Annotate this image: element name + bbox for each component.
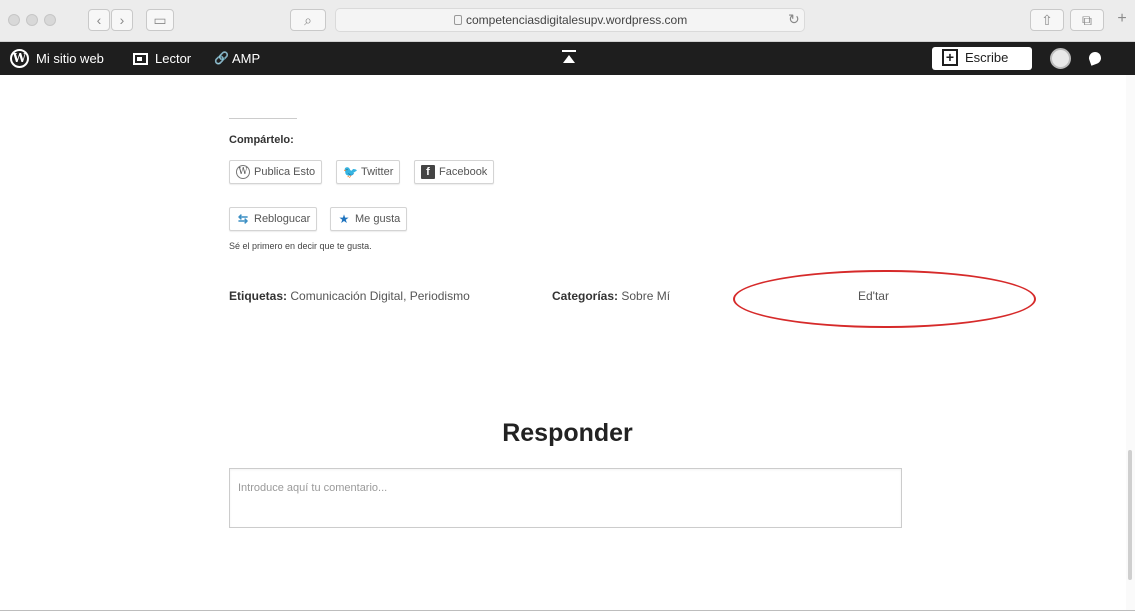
facebook-share-button[interactable]: f Facebook — [414, 160, 495, 184]
share-title: Compártelo: — [229, 134, 294, 146]
reblog-button[interactable]: ⇆ Reblogucar — [229, 207, 318, 231]
divider — [229, 118, 297, 119]
minimize-window-icon[interactable] — [26, 14, 38, 26]
post-categories: Categorías: Sobre Mí — [552, 289, 670, 303]
amp-link[interactable]: AMP — [232, 42, 260, 75]
likes-text: Sé el primero en decir que te gusta. — [229, 241, 372, 251]
share-icon[interactable]: ⇧ — [1030, 9, 1064, 31]
write-button-label: Escribe — [965, 50, 1009, 65]
tags-label: Etiquetas: — [229, 289, 288, 303]
address-bar[interactable]: competenciasdigitalesupv.wordpress.com ↻ — [335, 8, 805, 32]
close-window-icon[interactable] — [8, 14, 20, 26]
twitter-share-button[interactable]: 🐦 Twitter — [336, 160, 401, 184]
back-icon[interactable]: ‹ — [88, 9, 110, 31]
publicize-label: Publica Esto — [254, 166, 316, 178]
like-label: Me gusta — [355, 213, 401, 225]
reader-link[interactable]: Lector — [155, 42, 191, 75]
my-site-link[interactable]: Mi sitio web — [36, 42, 104, 75]
reblog-label: Reblogucar — [254, 213, 311, 225]
comment-input[interactable] — [230, 469, 901, 497]
reader-icon[interactable] — [133, 53, 148, 65]
lock-icon — [454, 15, 462, 25]
url-text: competenciasdigitalesupv.wordpress.com — [466, 13, 688, 27]
comment-box[interactable] — [229, 468, 902, 528]
twitter-icon: 🐦 — [343, 165, 358, 179]
highlight-ellipse — [733, 270, 1036, 328]
write-button[interactable]: + Escribe — [932, 47, 1032, 70]
wordpress-icon: W — [236, 165, 250, 179]
reply-title: Responder — [502, 419, 633, 447]
wordpress-admin-bar: W Mi sitio web Lector 🔗 AMP + Escribe — [0, 42, 1135, 75]
browser-toolbar: ‹ › ▭ ⌕ ≡ competenciasdigitalesupv.wordp… — [0, 0, 1135, 42]
categories-value[interactable]: Sobre Mí — [621, 289, 670, 303]
sidebar-icon[interactable]: ▭ — [146, 9, 174, 31]
publicize-button[interactable]: W Publica Esto — [229, 160, 323, 184]
avatar[interactable] — [1050, 48, 1071, 69]
search-icon[interactable]: ⌕ — [290, 9, 326, 31]
zoom-window-icon[interactable] — [44, 14, 56, 26]
forward-icon[interactable]: › — [111, 9, 133, 31]
tabs-icon[interactable]: ⧉ — [1070, 9, 1104, 31]
bottom-divider — [0, 610, 1135, 611]
scroll-top-icon[interactable] — [562, 50, 576, 66]
reload-icon[interactable]: ↻ — [788, 11, 800, 28]
new-tab-icon[interactable]: + — [1112, 9, 1132, 31]
twitter-label: Twitter — [361, 166, 394, 178]
categories-label: Categorías: — [552, 289, 619, 303]
new-post-icon: + — [942, 49, 958, 66]
facebook-label: Facebook — [439, 166, 488, 178]
tags-value[interactable]: Comunicación Digital, Periodismo — [290, 289, 469, 303]
scrollbar-thumb[interactable] — [1128, 450, 1132, 580]
post-tags: Etiquetas: Comunicación Digital, Periodi… — [229, 289, 470, 303]
star-icon: ★ — [338, 212, 350, 226]
like-button[interactable]: ★ Me gusta — [330, 207, 408, 231]
wordpress-logo-icon[interactable]: W — [10, 49, 29, 68]
facebook-icon: f — [421, 165, 435, 179]
link-icon: 🔗 — [214, 51, 229, 65]
notifications-icon[interactable] — [1087, 50, 1103, 66]
reblog-icon: ⇆ — [237, 212, 249, 226]
